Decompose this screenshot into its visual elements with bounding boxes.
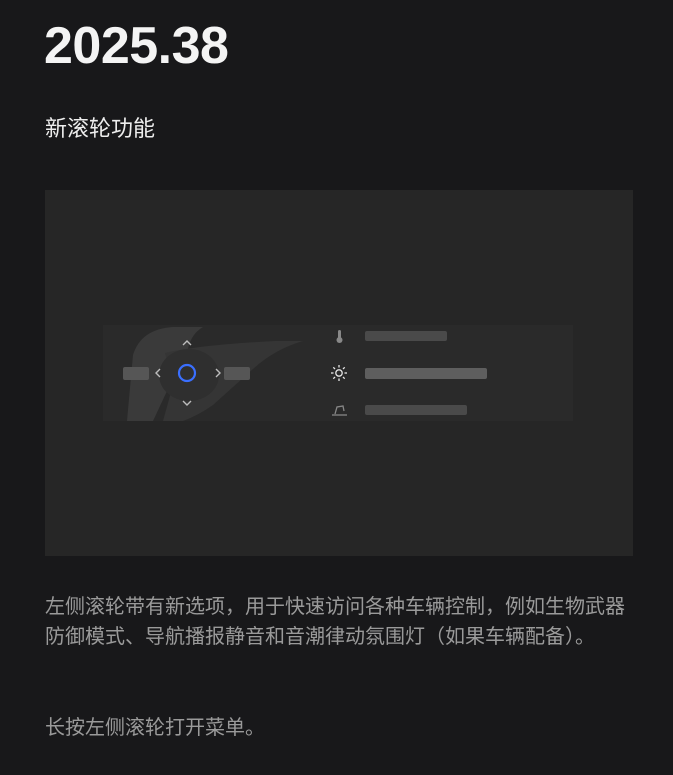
feature-title: 新滚轮功能 bbox=[45, 117, 156, 142]
feature-hint: 长按左侧滚轮打开菜单。 bbox=[45, 715, 265, 739]
menu-item-bar-3 bbox=[365, 405, 467, 415]
seat-icon bbox=[332, 405, 347, 416]
menu-item-bar-1 bbox=[365, 331, 447, 341]
steering-wheel-graphic bbox=[123, 327, 487, 421]
wheel-right-pill bbox=[224, 367, 250, 380]
menu-item-bar-2-selected bbox=[365, 368, 487, 379]
thermometer-icon bbox=[336, 330, 343, 343]
version-number: 2025.38 bbox=[44, 17, 229, 75]
sun-icon bbox=[331, 365, 347, 381]
feature-illustration bbox=[45, 190, 633, 556]
steering-wheel-menu-preview bbox=[103, 325, 573, 421]
wheel-left-pill bbox=[123, 367, 149, 380]
feature-description: 左侧滚轮带有新选项，用于快速访问各种车辆控制，例如生物武器防御模式、导航播报静音… bbox=[45, 594, 625, 648]
wheel-hub bbox=[159, 349, 219, 401]
